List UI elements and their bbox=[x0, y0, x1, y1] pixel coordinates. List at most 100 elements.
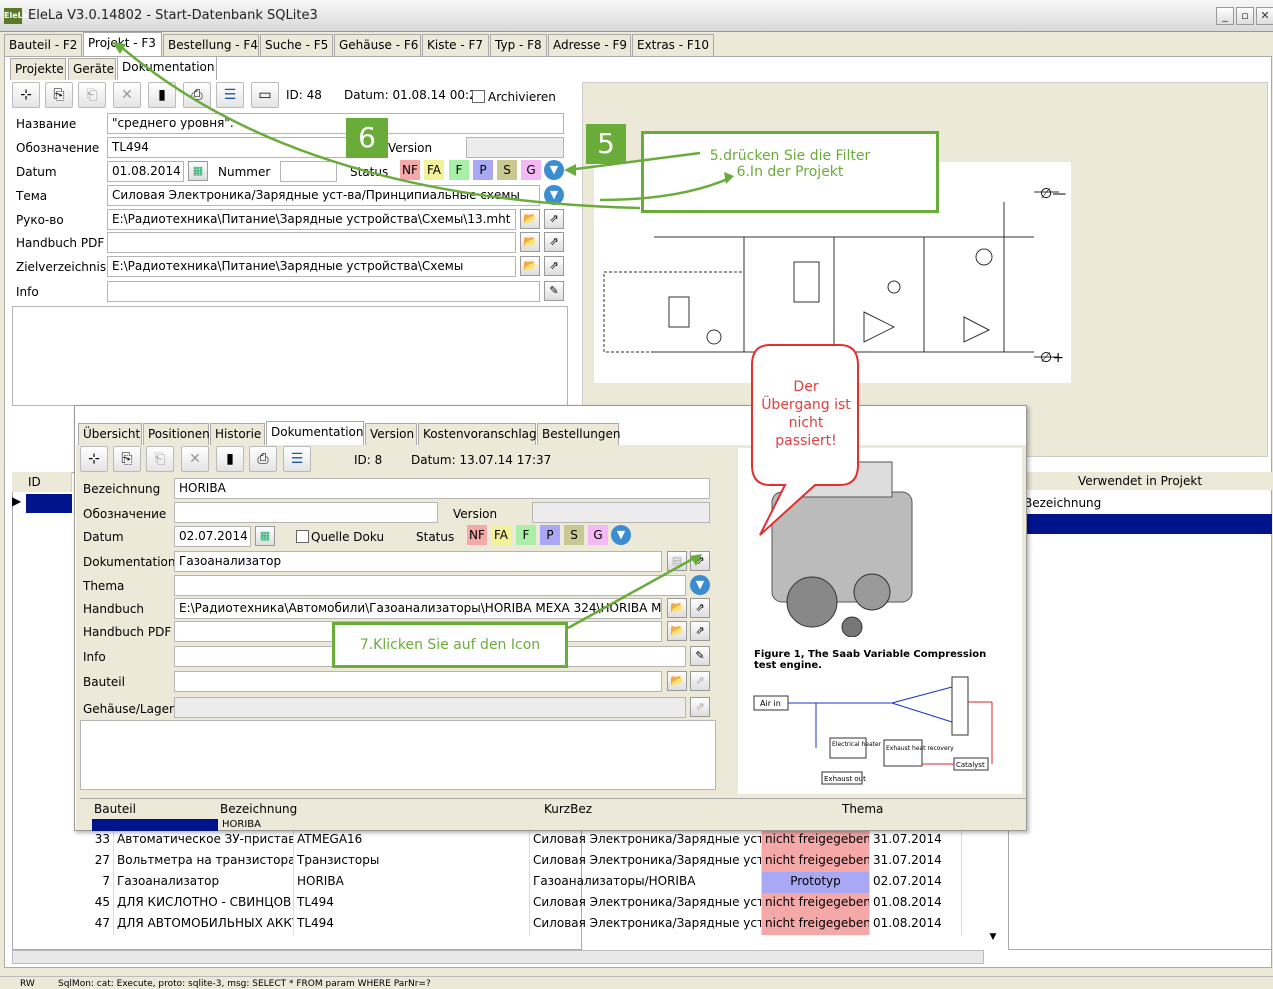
ov-handbuch-open-icon[interactable]: ⇗ bbox=[690, 598, 710, 618]
ov-paste-button[interactable]: ⎗ bbox=[146, 446, 174, 472]
tab-bestellungen[interactable]: Bestellungen bbox=[537, 423, 620, 445]
ov-copy-button[interactable]: ⎘ bbox=[113, 446, 141, 472]
used-in-selected-row[interactable] bbox=[1026, 514, 1272, 534]
ov-status-nf-badge[interactable]: NF bbox=[467, 525, 487, 545]
ov-pdf-open-icon[interactable]: ⇗ bbox=[690, 621, 710, 641]
ziel-open-icon[interactable]: ⇗ bbox=[544, 256, 564, 276]
status-fa-badge[interactable]: FA bbox=[424, 160, 444, 180]
ov-handbuch-field[interactable]: E:\Радиотехника\Автомобили\Газоанализато… bbox=[174, 598, 662, 619]
new-doc-button[interactable]: ⊹ bbox=[12, 82, 40, 108]
print-button[interactable]: ⎙ bbox=[183, 82, 211, 108]
ziel-folder-icon[interactable]: 📂 bbox=[520, 256, 540, 276]
table-row[interactable]: 45 ДЛЯ КИСЛОТНО - СВИНЦОВ TL494 Силовая … bbox=[78, 893, 986, 914]
handbuch-open-icon[interactable]: ⇗ bbox=[544, 232, 564, 252]
delete-button[interactable]: ✕ bbox=[113, 82, 141, 108]
status-nf-badge[interactable]: NF bbox=[400, 160, 420, 180]
close-button[interactable]: ✕ bbox=[1256, 7, 1273, 25]
ov-col-kurzbez[interactable]: KurzBez bbox=[544, 802, 592, 816]
ov-filter-icon[interactable]: ▼ bbox=[611, 525, 631, 545]
tab-historie[interactable]: Historie bbox=[210, 423, 265, 445]
status-g-badge[interactable]: G bbox=[521, 160, 541, 180]
tab-adresse[interactable]: Adresse - F9 bbox=[548, 34, 631, 56]
tab-gehaeuse[interactable]: Gehäuse - F6 bbox=[334, 34, 421, 56]
ov-status-f-badge[interactable]: F bbox=[516, 525, 536, 545]
ov-thema-select[interactable] bbox=[174, 575, 686, 596]
tema-filter-icon[interactable]: ▼ bbox=[544, 185, 564, 205]
ov-dok-doc-icon[interactable]: ▤ bbox=[667, 551, 687, 571]
copy-button[interactable]: ⎘ bbox=[45, 82, 73, 108]
ov-thema-filter-icon[interactable]: ▼ bbox=[690, 575, 710, 595]
window-button[interactable]: ▭ bbox=[251, 82, 279, 108]
ov-save-button[interactable]: ▮ bbox=[216, 446, 244, 472]
ov-edit-info-icon[interactable]: ✎ bbox=[690, 646, 710, 666]
tab-dokumentation[interactable]: Dokumentation bbox=[117, 56, 217, 80]
save-button[interactable]: ▮ bbox=[148, 82, 176, 108]
filter-icon[interactable]: ▼ bbox=[544, 160, 564, 180]
ov-status-p-badge[interactable]: P bbox=[540, 525, 560, 545]
status-p-badge[interactable]: P bbox=[473, 160, 493, 180]
ov-datum-field[interactable]: 02.07.2014 bbox=[174, 526, 251, 547]
ov-gehaeuse-select[interactable] bbox=[174, 697, 686, 718]
ziel-field[interactable]: E:\Радиотехника\Питание\Зарядные устройс… bbox=[107, 256, 516, 277]
version-field[interactable] bbox=[466, 137, 564, 158]
ov-calendar-icon[interactable]: ▦ bbox=[255, 526, 275, 546]
ov-delete-button[interactable]: ✕ bbox=[181, 446, 209, 472]
tab-overlay-dokumentation[interactable]: Dokumentation bbox=[266, 421, 364, 445]
calendar-icon[interactable]: ▦ bbox=[188, 161, 208, 181]
scroll-down-icon[interactable]: ▼ bbox=[986, 932, 1000, 950]
tab-kiste[interactable]: Kiste - F7 bbox=[422, 34, 489, 56]
table-row[interactable]: 47 ДЛЯ АВТОМОБИЛЬНЫХ АККУ TL494 Силовая … bbox=[78, 914, 986, 935]
table-row[interactable]: 27 Вольтметра на транзисторах Транзистор… bbox=[78, 851, 986, 872]
ov-status-fa-badge[interactable]: FA bbox=[491, 525, 511, 545]
oboz-field[interactable]: TL494 bbox=[107, 137, 387, 158]
list-button[interactable]: ☰ bbox=[216, 82, 244, 108]
ov-status-s-badge[interactable]: S bbox=[564, 525, 584, 545]
ov-col-thema[interactable]: Thema bbox=[842, 802, 883, 816]
ov-list-button[interactable]: ☰ bbox=[283, 446, 311, 472]
folder-icon[interactable]: 📂 bbox=[520, 209, 540, 229]
tab-suche[interactable]: Suche - F5 bbox=[260, 34, 333, 56]
datum-field[interactable]: 01.08.2014 bbox=[107, 161, 184, 182]
ov-handbuch-folder-icon[interactable]: 📂 bbox=[667, 598, 687, 618]
nummer-field[interactable] bbox=[280, 161, 337, 182]
tab-version[interactable]: Version bbox=[365, 423, 417, 445]
ov-status-g-badge[interactable]: G bbox=[588, 525, 608, 545]
ov-bez-field[interactable]: HORIBA bbox=[174, 478, 710, 499]
paste-button[interactable]: ⎗ bbox=[78, 82, 106, 108]
ov-col-bauteil[interactable]: Bauteil bbox=[94, 802, 136, 816]
handbuch-folder-icon[interactable]: 📂 bbox=[520, 232, 540, 252]
info-field[interactable] bbox=[107, 281, 540, 302]
ruko-field[interactable]: E:\Радиотехника\Питание\Зарядные устройс… bbox=[107, 209, 516, 230]
ov-grid-selected-cell[interactable] bbox=[92, 819, 218, 831]
status-s-badge[interactable]: S bbox=[497, 160, 517, 180]
handbuch-field[interactable] bbox=[107, 232, 516, 253]
grid-selected-row[interactable] bbox=[26, 494, 72, 513]
ov-col-bezeichnung[interactable]: Bezeichnung bbox=[220, 802, 297, 816]
ov-gehaeuse-link-icon[interactable]: ⇗ bbox=[690, 697, 710, 717]
tab-bestellung[interactable]: Bestellung - F4 bbox=[163, 34, 259, 56]
archivieren-checkbox[interactable] bbox=[472, 90, 485, 103]
ov-new-button[interactable]: ⊹ bbox=[80, 446, 108, 472]
open-doc-icon[interactable]: ⇗ bbox=[544, 209, 564, 229]
tab-typ[interactable]: Typ - F8 bbox=[490, 34, 547, 56]
memo-area[interactable] bbox=[12, 306, 568, 406]
ov-bauteil-select[interactable] bbox=[174, 671, 662, 692]
tab-geraete[interactable]: Geräte bbox=[68, 58, 116, 80]
ov-version-field[interactable] bbox=[532, 502, 710, 523]
tab-bauteil[interactable]: Bauteil - F2 bbox=[4, 34, 82, 56]
table-row[interactable]: 7 Газоанализатор HORIBA Газоанализаторы/… bbox=[78, 872, 986, 893]
ov-print-button[interactable]: ⎙ bbox=[249, 446, 277, 472]
quelle-checkbox[interactable] bbox=[296, 530, 309, 543]
ov-dok-open-icon[interactable]: ⇗ bbox=[690, 551, 710, 571]
tema-select[interactable]: Силовая Электроника/Зарядные уст-ва/Прин… bbox=[107, 185, 540, 206]
tab-positionen[interactable]: Positionen bbox=[143, 423, 210, 445]
ov-memo-area[interactable] bbox=[80, 720, 716, 790]
ov-pdf-folder-icon[interactable]: 📂 bbox=[667, 621, 687, 641]
tab-projekte[interactable]: Projekte bbox=[10, 58, 66, 80]
ov-dok-select[interactable]: Газоанализатор bbox=[174, 551, 662, 572]
name-field[interactable]: "среднего уровня". bbox=[107, 113, 564, 134]
table-row[interactable]: 33 Автоматическое ЗУ-приставка ATMEGA16 … bbox=[78, 830, 986, 851]
tab-uebersicht[interactable]: Übersicht bbox=[78, 423, 142, 445]
ov-bauteil-link-icon[interactable]: ⇗ bbox=[690, 671, 710, 691]
status-f-badge[interactable]: F bbox=[449, 160, 469, 180]
